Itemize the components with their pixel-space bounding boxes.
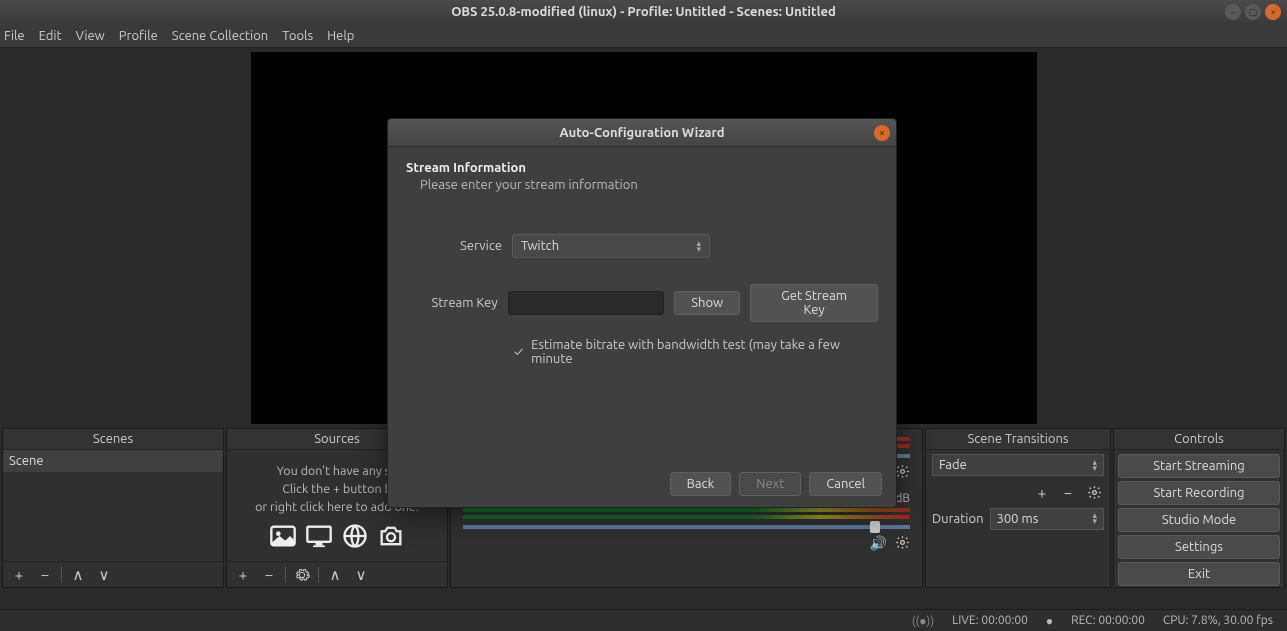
controls-header: Controls xyxy=(1114,429,1284,450)
transition-select[interactable]: Fade ▴▾ xyxy=(932,454,1104,476)
section-heading: Stream Information xyxy=(406,161,878,175)
auto-config-wizard-dialog: Auto-Configuration Wizard × Stream Infor… xyxy=(387,118,897,508)
window-title: OBS 25.0.8-modified (linux) - Profile: U… xyxy=(451,5,836,19)
camera-source-icon xyxy=(377,522,405,544)
gear-icon[interactable] xyxy=(895,535,910,553)
status-cpu: CPU: 7.8%, 30.00 fps xyxy=(1163,614,1273,627)
next-button: Next xyxy=(739,472,801,496)
status-rec: REC: 00:00:00 xyxy=(1071,614,1145,627)
streamkey-label: Stream Key xyxy=(406,296,498,310)
menu-scene-collection[interactable]: Scene Collection xyxy=(172,29,268,43)
menu-view[interactable]: View xyxy=(76,29,105,43)
separator xyxy=(285,567,286,583)
service-value: Twitch xyxy=(521,239,559,253)
updown-icon: ▴▾ xyxy=(696,240,701,253)
settings-button[interactable]: Settings xyxy=(1118,535,1280,559)
controls-panel: Controls Start Streaming Start Recording… xyxy=(1113,428,1285,588)
minimize-button[interactable]: – xyxy=(1225,4,1241,20)
globe-source-icon xyxy=(341,522,369,544)
record-icon: ● xyxy=(1046,614,1053,628)
window-titlebar: OBS 25.0.8-modified (linux) - Profile: U… xyxy=(0,0,1287,24)
menu-help[interactable]: Help xyxy=(327,29,354,43)
status-live: LIVE: 00:00:00 xyxy=(952,614,1028,627)
start-recording-button[interactable]: Start Recording xyxy=(1118,481,1280,505)
transition-add-button[interactable]: + xyxy=(1032,482,1052,502)
source-add-button[interactable]: + xyxy=(233,565,253,585)
transitions-header: Scene Transitions xyxy=(926,429,1110,450)
duration-input[interactable]: 300 ms ▴▾ xyxy=(990,508,1105,530)
dialog-close-button[interactable]: × xyxy=(874,125,890,141)
audio-meter xyxy=(463,515,910,519)
scenes-header: Scenes xyxy=(3,429,223,450)
updown-icon: ▴▾ xyxy=(1092,512,1097,526)
transitions-panel: Scene Transitions Fade ▴▾ + − Duration 3… xyxy=(925,428,1111,588)
cancel-button[interactable]: Cancel xyxy=(809,472,882,496)
dialog-title: Auto-Configuration Wizard xyxy=(559,126,724,140)
source-gear-button[interactable] xyxy=(292,565,312,585)
studio-mode-button[interactable]: Studio Mode xyxy=(1118,508,1280,532)
scene-item[interactable]: Scene xyxy=(3,450,223,472)
updown-icon: ▴▾ xyxy=(1092,459,1097,472)
service-select[interactable]: Twitch ▴▾ xyxy=(512,234,710,258)
audio-meter xyxy=(463,508,910,512)
service-label: Service xyxy=(406,239,502,253)
show-button[interactable]: Show xyxy=(674,291,740,315)
exit-button[interactable]: Exit xyxy=(1118,562,1280,586)
checkbox-icon[interactable]: ✓ xyxy=(514,345,523,359)
source-up-button[interactable]: ∧ xyxy=(325,565,345,585)
bitrate-estimate-checkbox-label[interactable]: Estimate bitrate with bandwidth test (ma… xyxy=(531,338,878,366)
gear-icon[interactable] xyxy=(895,464,910,482)
maximize-button[interactable]: ▢ xyxy=(1245,4,1261,20)
get-stream-key-button[interactable]: Get Stream Key xyxy=(750,284,878,322)
display-source-icon xyxy=(305,522,333,544)
scene-add-button[interactable]: + xyxy=(9,565,29,585)
close-button[interactable]: × xyxy=(1265,4,1281,20)
volume-slider[interactable] xyxy=(463,525,910,529)
menu-tools[interactable]: Tools xyxy=(282,29,313,43)
scene-up-button[interactable]: ∧ xyxy=(68,565,88,585)
scenes-panel: Scenes Scene + − ∧ ∨ xyxy=(2,428,224,588)
transition-gear-button[interactable] xyxy=(1084,482,1104,502)
separator xyxy=(318,567,319,583)
status-bar: ((●)) LIVE: 00:00:00 ● REC: 00:00:00 CPU… xyxy=(0,609,1287,631)
menu-file[interactable]: File xyxy=(4,29,25,43)
menu-edit[interactable]: Edit xyxy=(39,29,62,43)
menu-bar: File Edit View Profile Scene Collection … xyxy=(0,24,1287,48)
broadcast-icon: ((●)) xyxy=(912,614,934,628)
duration-label: Duration xyxy=(932,512,984,526)
scene-remove-button[interactable]: − xyxy=(35,565,55,585)
image-source-icon xyxy=(269,522,297,544)
separator xyxy=(61,567,62,583)
transition-selected: Fade xyxy=(939,458,967,472)
source-remove-button[interactable]: − xyxy=(259,565,279,585)
back-button[interactable]: Back xyxy=(670,472,732,496)
start-streaming-button[interactable]: Start Streaming xyxy=(1118,454,1280,478)
source-down-button[interactable]: ∨ xyxy=(351,565,371,585)
menu-profile[interactable]: Profile xyxy=(119,29,158,43)
transition-remove-button[interactable]: − xyxy=(1058,482,1078,502)
scene-down-button[interactable]: ∨ xyxy=(94,565,114,585)
speaker-icon[interactable]: 🔊 xyxy=(870,535,887,553)
duration-value: 300 ms xyxy=(997,512,1039,526)
streamkey-input[interactable] xyxy=(508,291,665,315)
dialog-titlebar[interactable]: Auto-Configuration Wizard × xyxy=(388,119,896,147)
section-subtitle: Please enter your stream information xyxy=(420,178,878,192)
